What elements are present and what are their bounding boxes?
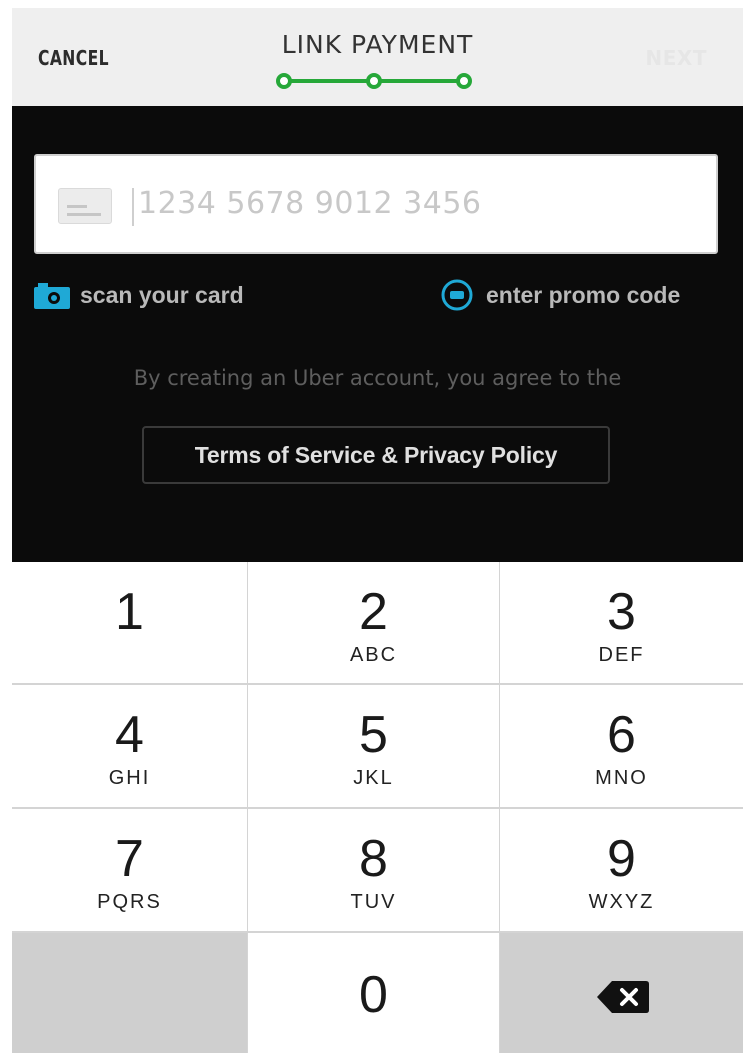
progress-indicator bbox=[276, 73, 472, 89]
promo-code-label: enter promo code bbox=[486, 281, 681, 308]
key-8[interactable]: 8 TUV bbox=[248, 809, 499, 931]
key-digit: 2 bbox=[359, 583, 388, 641]
key-9[interactable]: 9 WXYZ bbox=[500, 809, 743, 931]
screen: CANCEL LINK PAYMENT NEXT 1234 5678 9012 … bbox=[12, 8, 743, 1053]
key-letters: MNO bbox=[595, 767, 648, 789]
backspace-icon bbox=[597, 981, 649, 1013]
key-letters: PQRS bbox=[97, 891, 162, 913]
text-cursor bbox=[132, 188, 134, 226]
delete-key[interactable] bbox=[500, 933, 743, 1053]
progress-step-3 bbox=[456, 73, 472, 89]
key-blank bbox=[12, 933, 247, 1053]
progress-step-1 bbox=[276, 73, 292, 89]
promo-code-link[interactable]: enter promo code bbox=[440, 278, 680, 312]
promo-icon bbox=[441, 279, 473, 311]
key-digit: 1 bbox=[115, 583, 144, 641]
key-digit: 5 bbox=[359, 706, 388, 764]
key-digit: 7 bbox=[115, 830, 144, 888]
camera-icon bbox=[34, 282, 70, 309]
key-5[interactable]: 5 JKL bbox=[248, 685, 499, 807]
payment-form: 1234 5678 9012 3456 scan your card enter… bbox=[12, 106, 743, 562]
key-digit: 3 bbox=[607, 583, 636, 641]
key-6[interactable]: 6 MNO bbox=[500, 685, 743, 807]
numeric-keypad: 1 2 ABC 3 DEF 4 GHI 5 JKL 6 MNO 7 PQRS 8… bbox=[12, 562, 743, 1053]
key-digit: 0 bbox=[359, 966, 388, 1024]
scan-card-label: scan your card bbox=[80, 282, 244, 308]
card-number-placeholder: 1234 5678 9012 3456 bbox=[138, 186, 482, 221]
scan-card-link[interactable]: scan your card bbox=[34, 282, 244, 309]
next-button[interactable]: NEXT bbox=[646, 46, 707, 70]
key-2[interactable]: 2 ABC bbox=[248, 562, 499, 683]
key-letters: JKL bbox=[353, 767, 394, 789]
key-4[interactable]: 4 GHI bbox=[12, 685, 247, 807]
agreement-text: By creating an Uber account, you agree t… bbox=[133, 366, 622, 390]
key-digit: 6 bbox=[607, 706, 636, 764]
progress-step-2 bbox=[366, 73, 382, 89]
key-letters: WXYZ bbox=[588, 891, 655, 913]
key-3[interactable]: 3 DEF bbox=[500, 562, 743, 683]
key-digit: 8 bbox=[359, 830, 388, 888]
key-letters: GHI bbox=[108, 767, 151, 789]
key-letters: DEF bbox=[598, 644, 645, 666]
key-digit: 4 bbox=[115, 706, 144, 764]
card-number-input[interactable]: 1234 5678 9012 3456 bbox=[34, 154, 718, 254]
credit-card-icon bbox=[58, 188, 112, 224]
key-letters: TUV bbox=[350, 891, 397, 913]
nav-header: CANCEL LINK PAYMENT NEXT bbox=[12, 8, 743, 106]
terms-button[interactable]: Terms of Service & Privacy Policy bbox=[142, 426, 610, 484]
key-1[interactable]: 1 bbox=[12, 562, 247, 683]
key-letters: ABC bbox=[349, 644, 398, 666]
key-7[interactable]: 7 PQRS bbox=[12, 809, 247, 931]
key-digit: 9 bbox=[607, 830, 636, 888]
key-0[interactable]: 0 bbox=[248, 933, 499, 1053]
page-title: LINK PAYMENT bbox=[281, 30, 474, 59]
